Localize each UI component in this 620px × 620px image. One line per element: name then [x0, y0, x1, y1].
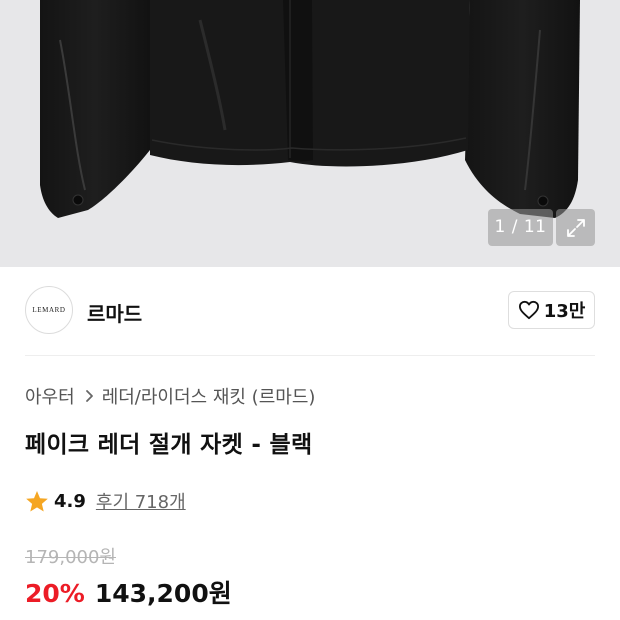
breadcrumb: 아우터 레더/라이더스 재킷 (르마드) [25, 383, 315, 409]
price-row: 20% 143,200원 [25, 574, 232, 610]
brand-name[interactable]: 르마드 [87, 298, 142, 327]
brand-logo[interactable]: LEMARD [25, 286, 73, 334]
chevron-right-icon [85, 389, 94, 403]
breadcrumb-item-outer[interactable]: 아우터 [25, 383, 75, 409]
like-count: 13만 [543, 301, 586, 322]
product-image-gallery[interactable]: 1 / 11 [0, 0, 620, 267]
rating-score: 4.9 [54, 490, 86, 512]
expand-image-button[interactable] [556, 209, 595, 246]
discount-rate: 20% [25, 579, 85, 608]
heart-icon [518, 300, 539, 320]
breadcrumb-item-category[interactable]: 레더/라이더스 재킷 (르마드) [102, 383, 316, 409]
star-icon [26, 490, 48, 511]
product-title: 페이크 레더 절개 자켓 - 블랙 [25, 432, 313, 458]
review-count-link[interactable]: 후기 718개 [96, 488, 186, 514]
like-button[interactable]: 13만 [508, 291, 595, 329]
image-counter: 1 / 11 [488, 209, 553, 246]
product-detail-page: 1 / 11 LEMARD 르마드 13만 아우터 레더/라이더스 재킷 (르마… [0, 0, 620, 620]
expand-icon [566, 218, 585, 237]
divider [25, 355, 595, 356]
sale-price: 143,200원 [94, 579, 232, 608]
brand-logo-text: LEMARD [32, 306, 66, 314]
brand-row: LEMARD 르마드 13만 [25, 286, 595, 336]
original-price: 179,000원 [25, 547, 116, 568]
rating-row: 4.9 후기 718개 [25, 488, 186, 514]
